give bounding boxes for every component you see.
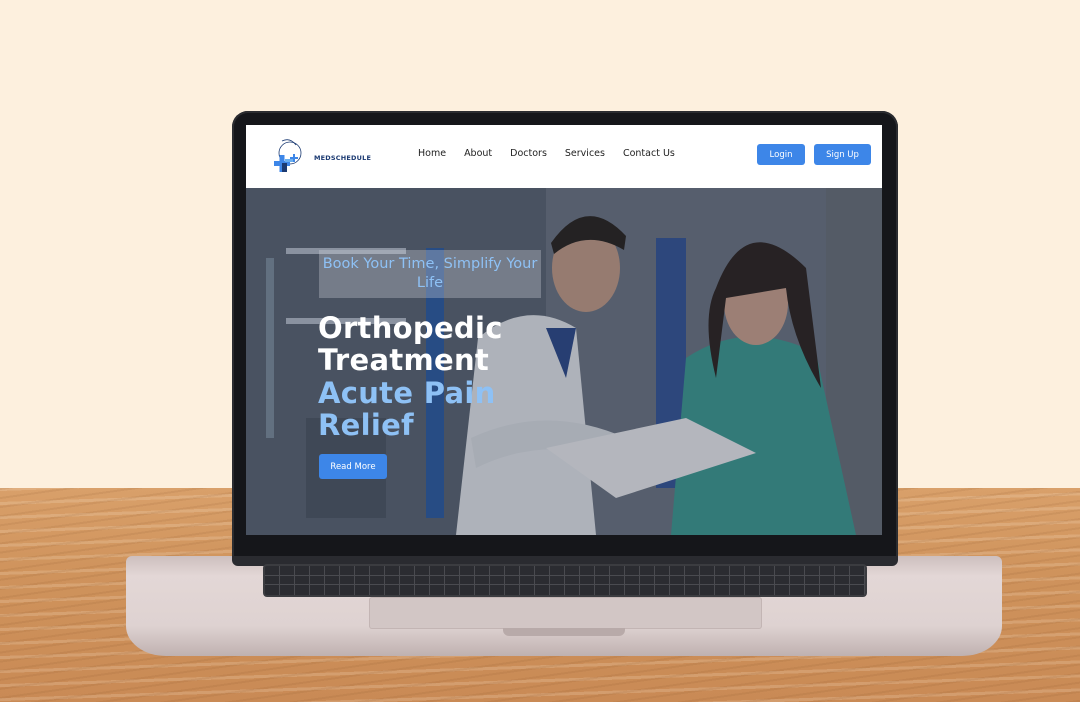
nav-services[interactable]: Services: [565, 148, 605, 159]
hero-heading-line-1: Orthopedic: [318, 311, 503, 345]
hero-heading-line-2: Treatment: [318, 343, 490, 377]
main-nav: Home About Doctors Services Contact Us: [418, 148, 693, 159]
laptop-screen: MEDSCHEDULE Home About Doctors Services …: [246, 125, 882, 535]
laptop-notch: [503, 628, 625, 636]
brand-logo[interactable]: MEDSCHEDULE: [270, 135, 371, 175]
site-header: MEDSCHEDULE Home About Doctors Services …: [246, 125, 882, 188]
laptop-trackpad: [369, 597, 762, 629]
hero-heading-line-4: Relief: [318, 408, 414, 442]
login-button[interactable]: Login: [757, 144, 805, 165]
laptop-hinge: [232, 556, 898, 566]
nav-contact-us[interactable]: Contact Us: [623, 148, 675, 159]
hero-heading-line-3: Acute Pain: [318, 376, 496, 410]
laptop-keyboard: [265, 566, 865, 595]
signup-button[interactable]: Sign Up: [814, 144, 871, 165]
nav-home[interactable]: Home: [418, 148, 446, 159]
read-more-button[interactable]: Read More: [319, 454, 387, 479]
nav-about[interactable]: About: [464, 148, 492, 159]
nav-doctors[interactable]: Doctors: [510, 148, 547, 159]
brand-name: MEDSCHEDULE: [314, 154, 372, 162]
hero-tagline: Book Your Time, Simplify Your Life: [322, 256, 538, 291]
hero-section: Book Your Time, Simplify Your Life Ortho…: [246, 188, 882, 535]
